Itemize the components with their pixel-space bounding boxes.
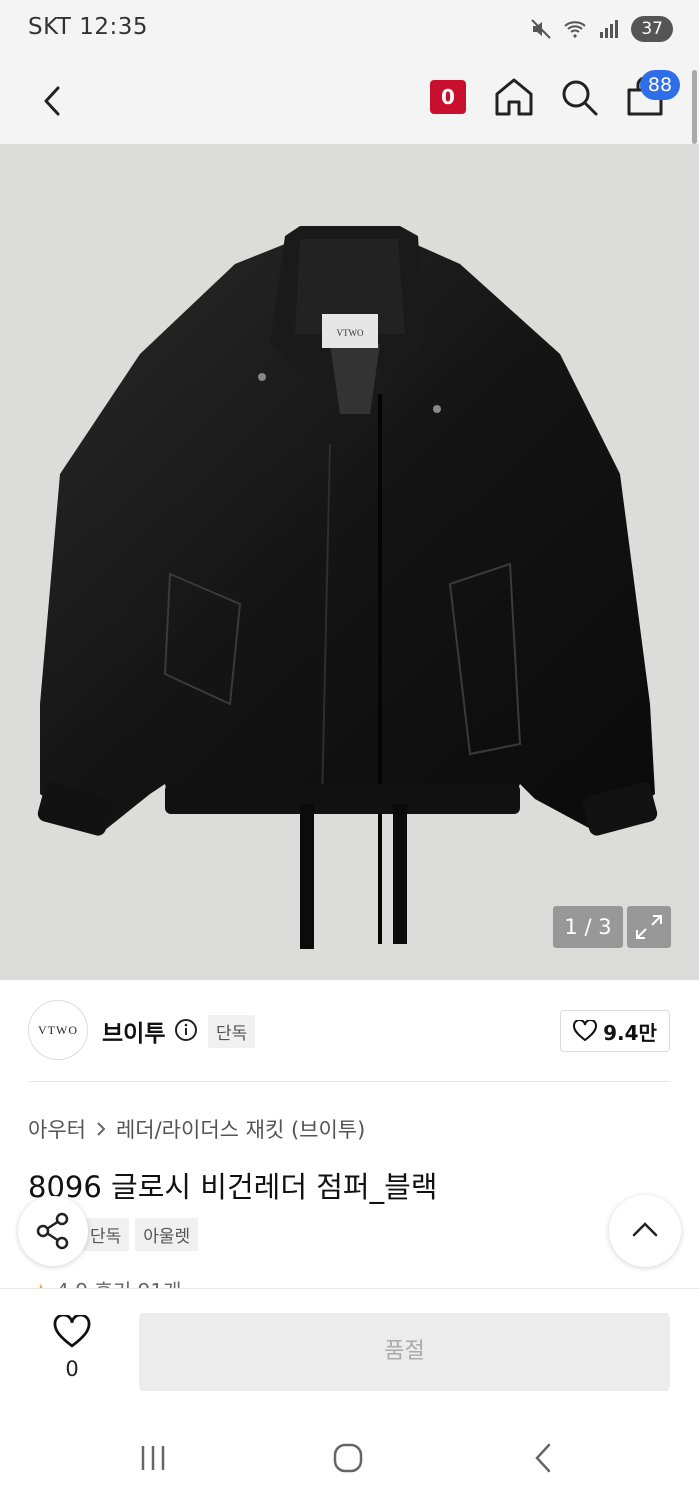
heart-icon <box>53 1313 91 1348</box>
garment-label: VTWO <box>337 328 364 338</box>
wish-count: 0 <box>65 1357 79 1381</box>
breadcrumb-subcategory[interactable]: 레더/라이더스 재킷 (브이투) <box>116 1114 365 1144</box>
brand-exclusive-tag: 단독 <box>208 1015 256 1048</box>
recent-apps-icon[interactable] <box>133 1438 173 1478</box>
search-icon[interactable] <box>558 76 600 118</box>
back-nav-icon[interactable] <box>524 1438 564 1478</box>
product-tag: 단독 <box>82 1218 130 1251</box>
purchase-bar: 0 품절 <box>0 1288 699 1418</box>
signal-icon <box>600 20 619 38</box>
home-icon[interactable] <box>492 74 536 120</box>
back-icon[interactable] <box>30 78 76 124</box>
brand-like-count: 9.4만 <box>603 1020 657 1045</box>
product-image[interactable]: VTWO 1 / 3 <box>0 144 699 980</box>
brand-like-button[interactable]: 9.4만 <box>560 1010 670 1052</box>
breadcrumb-category[interactable]: 아우터 <box>28 1114 86 1144</box>
share-icon <box>36 1212 69 1250</box>
status-icons: 37 <box>529 16 673 42</box>
battery-indicator: 37 <box>631 16 673 42</box>
soldout-button[interactable]: 품절 <box>139 1313 670 1391</box>
system-nav-bar <box>0 1418 699 1500</box>
jacket-illustration: VTWO <box>37 226 658 949</box>
wish-button[interactable]: 0 <box>36 1313 108 1385</box>
brand-name[interactable]: 브이투 <box>102 1014 165 1048</box>
wifi-icon <box>564 21 587 38</box>
mute-icon <box>531 19 552 39</box>
home-nav-icon[interactable] <box>328 1438 368 1478</box>
brand-logo[interactable]: VTWO <box>28 1000 88 1060</box>
breadcrumb: 아우터 레더/라이더스 재킷 (브이투) <box>28 1114 365 1144</box>
scroll-top-button[interactable] <box>609 1195 681 1267</box>
scrollbar-thumb[interactable] <box>692 70 697 144</box>
heart-icon <box>573 1020 598 1042</box>
product-tag: 아울렛 <box>135 1218 199 1251</box>
app-header: 0 88 <box>0 60 699 144</box>
header-badge[interactable]: 0 <box>430 80 466 114</box>
product-tags: 단독 아울렛 <box>82 1218 199 1251</box>
product-title: 8096 글로시 비건레더 점퍼_블랙 <box>28 1170 438 1204</box>
brand-row: VTWO 브이투 단독 9.4만 <box>0 980 699 1082</box>
image-counter: 1 / 3 <box>553 906 623 948</box>
chevron-right-icon <box>97 1122 106 1136</box>
info-icon[interactable] <box>174 1018 198 1042</box>
share-button[interactable] <box>18 1196 88 1266</box>
cart-count-badge: 88 <box>640 70 680 100</box>
divider <box>28 1081 670 1082</box>
expand-icon[interactable] <box>627 906 671 948</box>
status-carrier-time: SKT 12:35 <box>28 14 149 40</box>
status-bar: SKT 12:35 37 <box>0 0 699 60</box>
rating-row[interactable]: ★ 4.9 후기 91개 <box>32 1275 181 1289</box>
chevron-up-icon <box>632 1222 658 1237</box>
